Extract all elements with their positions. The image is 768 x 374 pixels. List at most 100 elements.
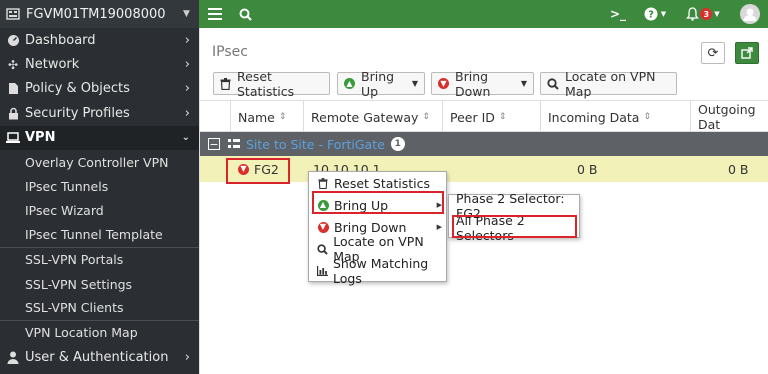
column-header-name[interactable]: Name ⇕ — [230, 101, 303, 133]
column-header-peer-id[interactable]: Peer ID ⇕ — [442, 101, 540, 133]
sidebar-item-vpn[interactable]: VPN ⌄ — [0, 125, 199, 150]
sidebar-subitem-label: Overlay Controller VPN — [25, 154, 169, 170]
context-menu-label: Show Matching Logs — [333, 256, 429, 286]
column-header-label: Peer ID — [450, 109, 495, 125]
sidebar-item-dashboard[interactable]: Dashboard › — [0, 28, 199, 52]
reset-statistics-label: Reset Statistics — [237, 68, 295, 99]
chevron-right-icon: › — [184, 57, 190, 73]
caret-down-icon[interactable]: ▼ — [183, 9, 190, 19]
sidebar-subitem-ssl-vpn-clients[interactable]: SSL-VPN Clients — [0, 296, 199, 321]
avatar[interactable] — [739, 0, 761, 28]
refresh-icon: ⟳ — [707, 45, 719, 61]
device-icon — [6, 7, 20, 21]
svg-text:?: ? — [648, 10, 654, 21]
trash-icon — [317, 177, 329, 189]
sidebar-subitem-ssl-vpn-settings[interactable]: SSL-VPN Settings — [0, 272, 199, 296]
chevron-right-icon: › — [184, 349, 190, 365]
arrow-down-circle-icon: ▼ — [438, 78, 449, 89]
chevron-right-icon: › — [184, 105, 190, 121]
sidebar-subitem-ipsec-wizard[interactable]: IPsec Wizard — [0, 199, 199, 223]
bring-up-label: Bring Up — [361, 68, 395, 99]
submenu-arrow-icon: ▶ — [436, 223, 442, 231]
sidebar-item-security-profiles[interactable]: Security Profiles › — [0, 101, 199, 125]
context-menu-label: Bring Down — [334, 219, 407, 235]
sidebar-subitem-overlay-controller-vpn[interactable]: Overlay Controller VPN — [0, 150, 199, 174]
context-menu-label: Reset Statistics — [334, 175, 431, 191]
sidebar-item-label: Dashboard — [25, 32, 96, 48]
arrow-up-circle-icon: ▲ — [344, 78, 355, 89]
highlight-box-fg2 — [226, 158, 290, 184]
help-icon[interactable]: ? ▼ — [640, 0, 670, 28]
collapse-icon[interactable]: − — [208, 138, 220, 150]
sidebar-item-network[interactable]: ✣ Network › — [0, 52, 199, 76]
caret-down-icon: ▼ — [520, 79, 527, 88]
caret-down-icon: ▼ — [411, 79, 418, 88]
sidebar-subitem-label: IPsec Tunnel Template — [25, 227, 163, 243]
sidebar-subitem-ssl-vpn-portals[interactable]: SSL-VPN Portals — [0, 248, 199, 272]
group-count-badge: 1 — [390, 137, 405, 151]
sidebar-subitem-ipsec-tunnels[interactable]: IPsec Tunnels — [0, 174, 199, 198]
sidebar-subitem-ipsec-tunnel-template[interactable]: IPsec Tunnel Template — [0, 223, 199, 248]
user-icon — [6, 350, 20, 364]
column-header-incoming-data[interactable]: Incoming Data ⇕ — [540, 101, 690, 133]
page-title: IPsec — [212, 44, 248, 60]
sidebar-item-user-authentication[interactable]: User & Authentication › — [0, 345, 199, 369]
sidebar-item-label: Policy & Objects — [25, 81, 130, 97]
sidebar-subitem-vpn-location-map[interactable]: VPN Location Map — [0, 321, 199, 345]
device-selector[interactable]: FGVM01TM19008000 ▼ — [0, 0, 199, 28]
group-tunnel-icon — [228, 137, 240, 152]
lock-icon — [6, 106, 20, 120]
device-name: FGVM01TM19008000 — [26, 6, 166, 22]
reset-statistics-button[interactable]: Reset Statistics — [213, 69, 330, 99]
context-menu: Reset Statistics ▲ Bring Up ▶ ▼ Bring Do… — [308, 171, 447, 286]
cli-console-icon[interactable]: >_ — [607, 0, 629, 28]
highlight-box-bring-up — [312, 191, 444, 214]
top-bar: >_ ? ▼ 3 ▼ — [199, 0, 768, 28]
context-menu-item-show-matching-logs[interactable]: Show Matching Logs — [309, 256, 446, 286]
network-icon: ✣ — [7, 57, 19, 72]
table-group-row[interactable]: − Site to Site - FortiGate 1 — [200, 132, 768, 156]
dashboard-icon — [6, 33, 20, 47]
column-header-outgoing-data[interactable]: Outgoing Dat — [690, 101, 768, 133]
main-content: IPsec ⟳ Reset Statistics ▲ Bring Up ▼ ▼ … — [199, 28, 768, 374]
caret-down-icon: ▼ — [660, 10, 667, 18]
sidebar: FGVM01TM19008000 ▼ Dashboard › ✣ Network… — [0, 0, 199, 374]
sort-icon: ⇕ — [643, 112, 652, 122]
notification-count-badge: 3 — [700, 8, 713, 20]
notifications-icon[interactable]: 3 ▼ — [682, 0, 724, 28]
bring-up-button[interactable]: ▲ Bring Up ▼ — [337, 69, 425, 99]
sidebar-subitem-label: IPsec Wizard — [25, 203, 104, 219]
sidebar-subitem-label: VPN Location Map — [25, 325, 138, 341]
laptop-icon — [6, 131, 20, 145]
sidebar-subitem-label: SSL-VPN Settings — [25, 276, 133, 292]
sidebar-subitem-label: IPsec Tunnels — [25, 179, 109, 195]
column-header-label: Incoming Data — [548, 109, 640, 125]
sidebar-item-label: Network — [25, 57, 80, 73]
outgoing-data-cell: 0 B — [728, 161, 749, 177]
locate-on-vpn-map-button[interactable]: Locate on VPN Map — [540, 69, 677, 99]
external-link-icon — [741, 47, 753, 59]
bring-down-label: Bring Down — [455, 68, 491, 99]
group-label: Site to Site - FortiGate — [246, 136, 385, 152]
policy-icon — [6, 82, 20, 96]
sidebar-subitem-label: SSL-VPN Clients — [25, 300, 124, 316]
hamburger-menu-icon[interactable] — [207, 0, 223, 28]
chevron-down-icon: ⌄ — [181, 132, 190, 144]
search-icon[interactable] — [237, 0, 253, 28]
external-link-button[interactable] — [735, 42, 759, 64]
arrow-down-circle-icon: ▼ — [317, 221, 329, 233]
bar-chart-icon — [317, 266, 328, 276]
sidebar-subitem-label: SSL-VPN Portals — [25, 252, 124, 268]
chevron-right-icon: › — [184, 32, 190, 48]
table-select-column — [200, 101, 230, 133]
bring-down-button[interactable]: ▼ Bring Down ▼ — [431, 69, 534, 99]
sidebar-item-label: VPN — [25, 130, 56, 146]
refresh-button[interactable]: ⟳ — [701, 42, 725, 64]
column-header-remote-gateway[interactable]: Remote Gateway ⇕ — [303, 101, 442, 133]
sidebar-item-policy-objects[interactable]: Policy & Objects › — [0, 77, 199, 101]
sort-icon: ⇕ — [422, 112, 430, 122]
locate-label: Locate on VPN Map — [565, 68, 656, 99]
chevron-right-icon: › — [184, 81, 190, 97]
column-header-label: Outgoing Dat — [698, 102, 756, 132]
column-header-label: Name — [238, 109, 275, 125]
